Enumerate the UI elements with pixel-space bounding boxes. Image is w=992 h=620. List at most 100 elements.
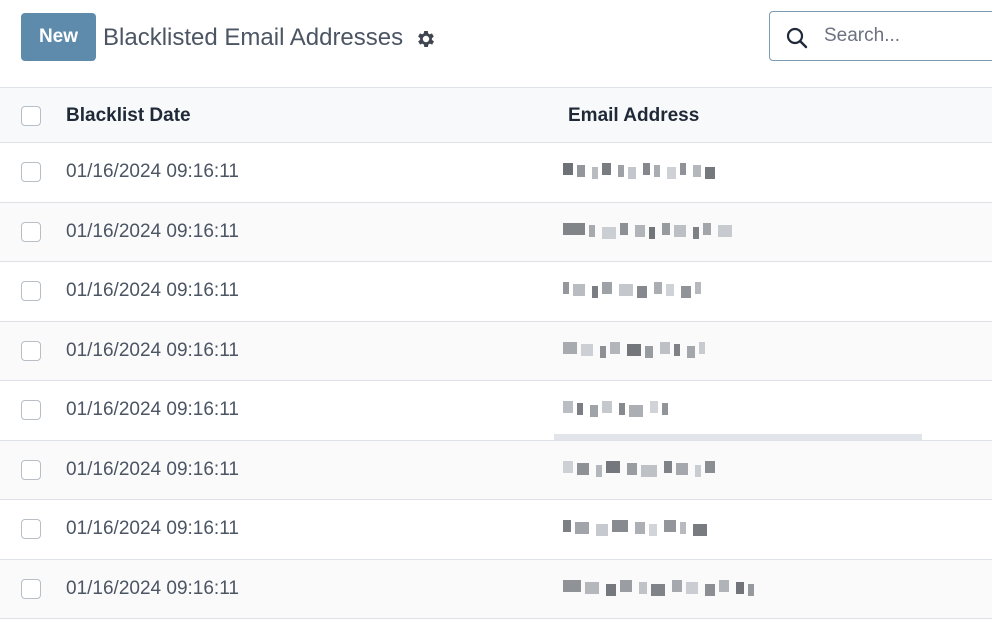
redaction-block [662,403,668,415]
redaction-block [674,343,680,356]
new-button[interactable]: New [21,13,96,61]
table-row[interactable]: 01/16/2024 09:16:11 [0,500,992,560]
redaction-block [596,464,602,477]
redaction-block [620,222,628,235]
email-address-cell-redacted [554,381,922,439]
redaction-block [563,460,573,473]
redaction-block [592,167,598,179]
redaction-block [602,401,612,413]
redaction-block [662,222,670,235]
search-box[interactable] [769,11,992,61]
blacklist-table: Blacklist Date Email Address 01/16/2024 … [0,87,992,619]
blacklist-date-cell: 01/16/2024 09:16:11 [66,399,239,420]
table-row[interactable]: 01/16/2024 09:16:11 [0,321,992,381]
redaction-block [606,460,620,473]
row-checkbox[interactable] [21,578,41,599]
redaction-block [629,405,643,417]
table-row[interactable]: 01/16/2024 09:16:11 [0,440,992,500]
page-title: Blacklisted Email Addresses [103,24,404,51]
redaction-block [654,165,660,177]
redaction-block [635,522,645,534]
blacklist-date-cell: 01/16/2024 09:16:11 [66,161,239,182]
redaction-block [592,286,598,298]
redaction-block [639,581,647,594]
redaction-block [699,341,705,354]
row-checkbox[interactable] [21,459,41,480]
redaction-block [612,520,628,532]
redaction-block [563,282,569,294]
search-input[interactable] [824,20,992,52]
redaction-block [618,165,624,177]
select-all-checkbox[interactable] [21,106,41,126]
redaction-block [693,165,701,177]
redaction-block [718,224,732,237]
redaction-block [619,284,633,296]
email-address-cell-redacted [554,500,922,558]
table-row[interactable]: 01/16/2024 09:16:11 [0,143,992,203]
redaction-block [649,524,657,536]
redaction-block [736,581,744,594]
redaction-block [563,579,581,592]
redaction-block [596,524,608,536]
redaction-block [589,224,595,237]
redaction-block [672,579,682,592]
scroll-indicator [554,434,922,440]
redaction-block [664,520,676,532]
redaction-block [577,165,585,177]
row-checkbox[interactable] [21,162,41,182]
redaction-block [577,403,583,415]
search-icon [785,26,809,50]
email-address-cell-redacted [554,560,922,618]
row-checkbox[interactable] [21,221,41,242]
redaction-block [693,226,699,239]
redaction-block [660,341,670,354]
redaction-block [666,284,674,296]
row-checkbox[interactable] [21,519,41,539]
redaction-block [606,583,616,596]
column-header-email-address[interactable]: Email Address [568,88,699,144]
redaction-block [748,583,754,596]
table-body: 01/16/2024 09:16:11 01/16/2024 09:16:11 … [0,143,992,619]
redaction-block [651,583,665,596]
redaction-block [705,460,715,473]
blacklist-date-cell: 01/16/2024 09:16:11 [66,339,239,361]
redaction-block [637,286,647,298]
row-checkbox[interactable] [21,340,41,361]
redaction-block [654,282,662,294]
redaction-block [563,520,571,532]
redaction-block [563,222,585,235]
redaction-block [650,401,658,413]
redaction-block [693,524,707,536]
table-row[interactable]: 01/16/2024 09:16:11 [0,559,992,619]
table-row[interactable]: 01/16/2024 09:16:11 [0,381,992,441]
table-row[interactable]: 01/16/2024 09:16:11 [0,202,992,262]
redaction-block [620,579,632,592]
control-panel: New Blacklisted Email Addresses [0,0,992,87]
column-header-blacklist-date[interactable]: Blacklist Date [66,88,191,144]
redaction-block [686,581,698,594]
gear-icon[interactable] [415,28,437,50]
redaction-block [645,345,653,358]
row-checkbox[interactable] [21,281,41,301]
redaction-block [627,343,641,356]
redaction-block [563,163,573,175]
redaction-block [577,462,589,475]
email-address-cell-redacted [554,143,922,201]
redaction-block [590,405,598,417]
table-row[interactable]: 01/16/2024 09:16:11 [0,262,992,322]
redaction-block [643,163,650,175]
row-checkbox[interactable] [21,400,41,420]
blacklist-date-cell: 01/16/2024 09:16:11 [66,518,239,539]
redaction-block [563,401,573,413]
redaction-block [563,341,577,354]
table-header: Blacklist Date Email Address [0,87,992,143]
blacklist-date-cell: 01/16/2024 09:16:11 [66,458,239,480]
redaction-block [602,226,616,239]
redaction-block [627,462,637,475]
redaction-block [581,343,593,356]
redaction-block [667,167,676,179]
redaction-block [619,403,625,415]
redaction-block [705,583,715,596]
blacklist-date-cell: 01/16/2024 09:16:11 [66,577,239,599]
redaction-block [664,460,672,473]
